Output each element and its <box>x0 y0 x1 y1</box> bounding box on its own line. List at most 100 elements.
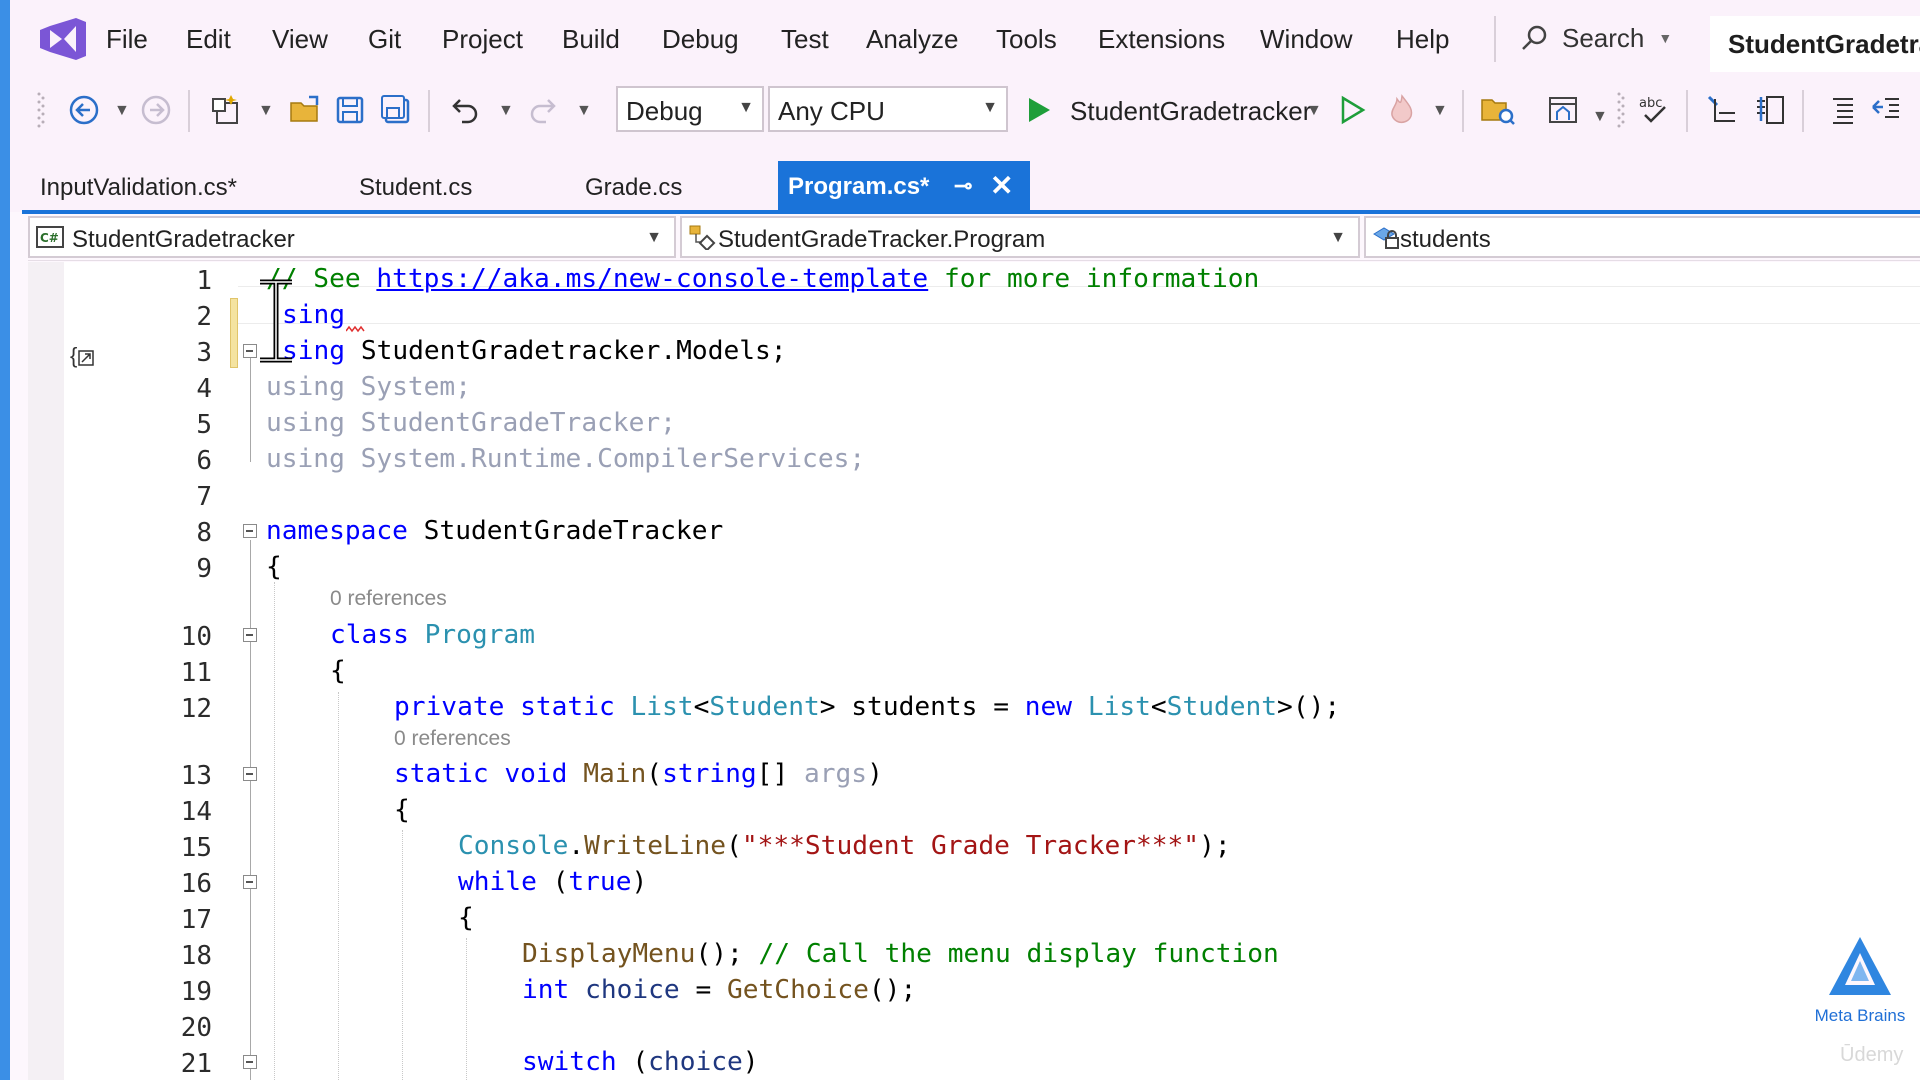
menu-help[interactable]: Help <box>1396 24 1449 55</box>
type-token: List <box>630 692 694 722</box>
collapse-class-icon[interactable] <box>243 628 257 642</box>
code-line-11: { <box>330 656 346 686</box>
pin-icon[interactable]: ⊸ <box>954 173 972 199</box>
parameter-token: args <box>803 759 868 789</box>
menu-test[interactable]: Test <box>781 24 829 55</box>
chevron-down-icon: ▼ <box>1330 229 1346 246</box>
file-explorer-icon[interactable] <box>1478 90 1518 130</box>
start-without-debugging-icon[interactable] <box>1332 90 1372 130</box>
code-line-14: { <box>394 795 410 825</box>
menu-edit[interactable]: Edit <box>186 24 231 55</box>
punct-token: ( <box>616 1047 649 1077</box>
start-debugging-icon[interactable] <box>1018 90 1058 130</box>
toolbar-grip-icon[interactable] <box>36 90 46 132</box>
run-target-dropdown-icon[interactable]: ▼ <box>1306 102 1322 120</box>
menu-extensions[interactable]: Extensions <box>1098 24 1225 55</box>
new-project-dropdown-icon[interactable]: ▼ <box>258 102 274 120</box>
outline-guide <box>250 540 251 1080</box>
codelens-references[interactable]: 0 references <box>330 587 447 611</box>
save-all-icon[interactable] <box>376 90 416 130</box>
menu-analyze[interactable]: Analyze <box>866 24 959 55</box>
undo-icon[interactable] <box>446 90 486 130</box>
comment-link[interactable]: https://aka.ms/new-console-template <box>376 264 928 294</box>
keyword-token: true <box>568 867 632 897</box>
run-target-label[interactable]: StudentGradetracker <box>1070 96 1311 127</box>
codelens-references[interactable]: 0 references <box>394 727 511 751</box>
menu-git[interactable]: Git <box>368 24 401 55</box>
tab-grade[interactable]: Grade.cs <box>585 174 682 222</box>
search-box[interactable]: Search ▼ <box>1520 18 1672 58</box>
member-select[interactable]: students <box>1364 216 1920 258</box>
toolbar-grip-icon[interactable] <box>1616 90 1626 132</box>
line-number: 11 <box>180 658 212 688</box>
toggle-comment-icon[interactable] <box>1702 90 1742 130</box>
menu-tools[interactable]: Tools <box>996 24 1057 55</box>
layout-dropdown-icon[interactable]: ▼ <box>1592 108 1608 126</box>
bookmark-icon[interactable] <box>1750 90 1790 130</box>
project-select[interactable]: C# StudentGradetracker ▼ <box>28 216 676 258</box>
code-line-6: using System.Runtime.CompilerServices; <box>266 444 866 474</box>
outdent-icon[interactable] <box>1866 90 1906 130</box>
new-project-icon[interactable] <box>206 90 246 130</box>
keyword-token: string <box>662 759 757 789</box>
code-editor[interactable]: 1 2 3 4 5 6 7 8 9 10 11 12 13 14 15 16 1… <box>28 262 1920 1080</box>
solution-explorer-home-icon[interactable] <box>1544 90 1584 130</box>
navigate-back-icon[interactable] <box>64 90 104 130</box>
glyph-margin <box>28 262 64 1080</box>
keyword-token: while <box>458 867 537 897</box>
redo-dropdown-icon[interactable]: ▼ <box>576 102 592 120</box>
tab-inputvalidation[interactable]: InputValidation.cs* <box>40 174 237 222</box>
keyword-token: static void <box>394 759 584 789</box>
redo-icon[interactable] <box>522 90 562 130</box>
undo-dropdown-icon[interactable]: ▼ <box>498 102 514 120</box>
code-line-1: // See https://aka.ms/new-console-templa… <box>266 264 1259 294</box>
punct-token: = <box>679 975 727 1005</box>
csharp-project-icon: C# <box>36 226 64 248</box>
chevron-down-icon: ▼ <box>1658 30 1673 46</box>
menu-file[interactable]: File <box>106 24 148 55</box>
svg-text:abc: abc <box>1639 96 1662 111</box>
save-icon[interactable] <box>330 90 370 130</box>
menu-debug[interactable]: Debug <box>662 24 739 55</box>
visual-studio-logo-icon[interactable] <box>36 16 90 62</box>
chevron-down-icon: ▼ <box>982 99 998 116</box>
project-select-value: StudentGradetracker <box>72 226 295 253</box>
tab-student[interactable]: Student.cs <box>359 174 472 222</box>
line-number: 8 <box>196 518 212 548</box>
collapse-while-icon[interactable] <box>243 875 257 889</box>
hot-reload-icon[interactable] <box>1382 90 1422 130</box>
code-line-12: private static List<Student> students = … <box>394 692 1340 722</box>
menu-project[interactable]: Project <box>442 24 523 55</box>
menu-build[interactable]: Build <box>562 24 620 55</box>
close-icon[interactable]: ✕ <box>990 169 1013 202</box>
outline-guide <box>250 352 251 462</box>
namespace-token: StudentGradetracker.Models; <box>345 336 787 366</box>
open-folder-icon[interactable] <box>286 90 326 130</box>
solution-configuration-select[interactable]: Debug ▼ <box>616 86 764 132</box>
collapse-namespace-icon[interactable] <box>243 524 257 538</box>
line-number: 1 <box>196 266 212 296</box>
indent-icon[interactable] <box>1820 90 1860 130</box>
hot-reload-dropdown-icon[interactable]: ▼ <box>1432 102 1448 120</box>
keyword-token: namespace <box>266 516 408 546</box>
menu-view[interactable]: View <box>272 24 328 55</box>
active-tab-indicator <box>22 210 1920 214</box>
solution-platform-select[interactable]: Any CPU ▼ <box>768 86 1008 132</box>
line-number: 2 <box>196 302 212 332</box>
search-icon <box>1522 25 1547 50</box>
punct-token: >(); <box>1277 692 1341 722</box>
type-select-value: StudentGradeTracker.Program <box>718 226 1046 253</box>
menu-window[interactable]: Window <box>1260 24 1352 55</box>
spell-check-icon[interactable]: abc <box>1634 90 1674 130</box>
type-select[interactable]: StudentGradeTracker.Program ▼ <box>680 216 1360 258</box>
collapse-switch-icon[interactable] <box>243 1055 257 1069</box>
code-line-17: { <box>458 903 474 933</box>
tab-program[interactable]: Program.cs* ⊸ ✕ <box>778 161 1030 211</box>
back-dropdown-icon[interactable]: ▼ <box>114 102 130 120</box>
quick-actions-icon[interactable]: { <box>70 343 95 369</box>
configuration-value: Debug <box>626 96 703 126</box>
code-line-13: static void Main(string[] args) <box>394 759 883 789</box>
collapse-method-icon[interactable] <box>243 767 257 781</box>
code-line-16: while (true) <box>458 867 647 897</box>
navigate-forward-icon[interactable] <box>136 90 176 130</box>
